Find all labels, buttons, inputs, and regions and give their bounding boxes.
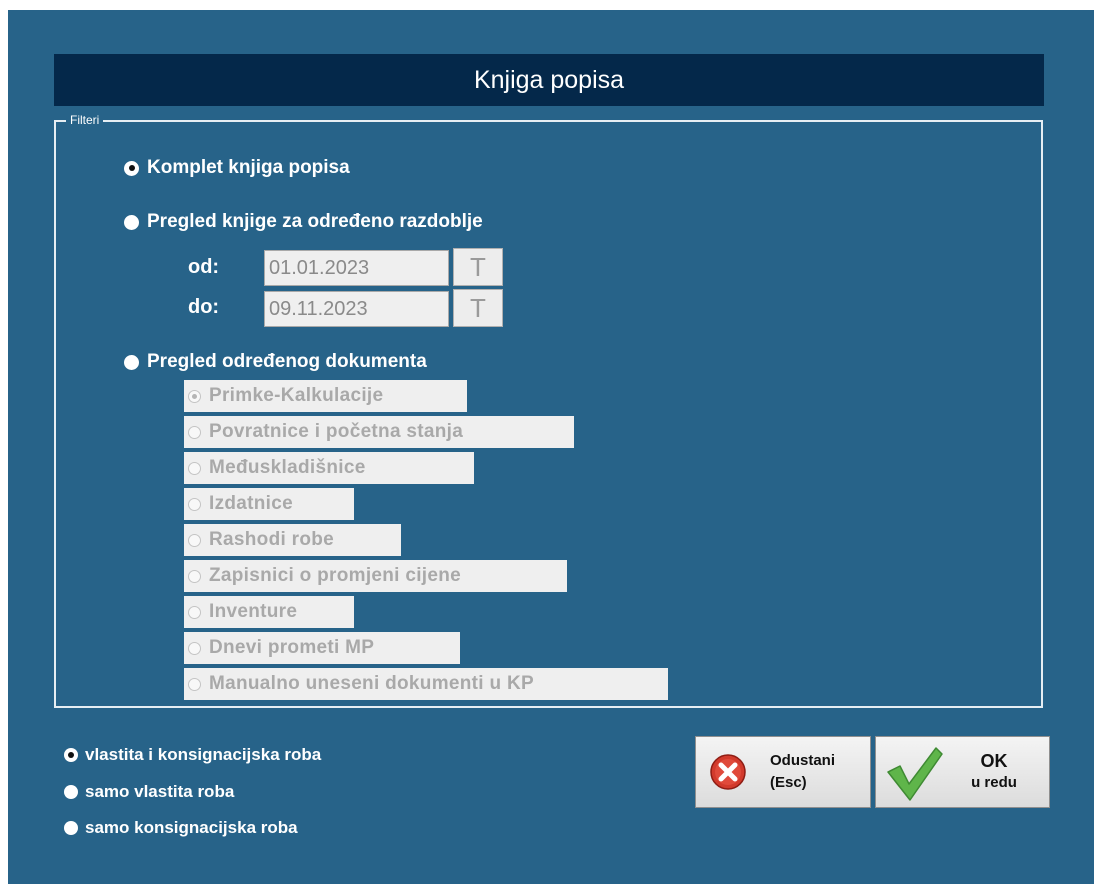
doc-option-izdatnice[interactable]: Izdatnice <box>184 488 354 520</box>
radio-own-only-label: samo vlastita roba <box>85 782 235 801</box>
doc-option-inventure[interactable]: Inventure <box>184 596 354 628</box>
radio-period[interactable]: Pregled knjige za određeno razdoblje <box>124 211 483 233</box>
ok-label: OK <box>980 751 1008 771</box>
radio-period-circle[interactable] <box>124 214 139 230</box>
doc-option-povratnice-label: Povratnice i početna stanja <box>209 421 464 442</box>
radio-period-label: Pregled knjige za određeno razdoblje <box>147 211 483 232</box>
doc-option-primke-radio[interactable] <box>188 389 201 403</box>
doc-option-inventure-radio[interactable] <box>188 605 201 619</box>
doc-option-primke-label: Primke-Kalkulacije <box>209 385 384 406</box>
doc-option-zapisnici[interactable]: Zapisnici o promjeni cijene <box>184 560 567 592</box>
radio-consignment-only[interactable]: samo konsignacijska roba <box>64 818 298 838</box>
doc-option-dnevi-prometi[interactable]: Dnevi prometi MP <box>184 632 460 664</box>
radio-own-only[interactable]: samo vlastita roba <box>64 782 234 802</box>
doc-option-primke[interactable]: Primke-Kalkulacije <box>184 380 467 412</box>
checkmark-icon <box>887 747 943 801</box>
date-to-today-button[interactable]: T <box>453 289 503 327</box>
doc-option-manualno-radio[interactable] <box>188 677 201 691</box>
radio-own-only-circle[interactable] <box>64 785 78 799</box>
cancel-shortcut: (Esc) <box>770 774 807 791</box>
doc-option-dnevi-prometi-label: Dnevi prometi MP <box>209 637 375 658</box>
window-title: Knjiga popisa <box>473 65 625 94</box>
doc-option-rashodi[interactable]: Rashodi robe <box>184 524 401 556</box>
ok-sublabel: u redu <box>971 774 1017 791</box>
date-from-today-label: T <box>470 251 486 282</box>
date-from-input[interactable]: 01.01.2023 <box>264 250 449 286</box>
doc-option-meduskladisnice-radio[interactable] <box>188 461 201 475</box>
radio-document[interactable]: Pregled određenog dokumenta <box>124 351 427 373</box>
cancel-x-icon <box>710 754 746 790</box>
doc-option-povratnice[interactable]: Povratnice i početna stanja <box>184 416 574 448</box>
date-from-today-button[interactable]: T <box>453 248 503 286</box>
doc-option-manualno-label: Manualno uneseni dokumenti u KP <box>209 673 534 694</box>
doc-option-zapisnici-label: Zapisnici o promjeni cijene <box>209 565 461 586</box>
doc-option-rashodi-label: Rashodi robe <box>209 529 335 550</box>
doc-option-izdatnice-radio[interactable] <box>188 497 201 511</box>
radio-own-and-consignment-circle[interactable] <box>64 748 78 762</box>
radio-document-circle[interactable] <box>124 354 139 370</box>
cancel-label: Odustani <box>770 752 836 769</box>
doc-option-meduskladisnice-label: Međuskladišnice <box>209 457 366 478</box>
radio-full-book-label: Komplet knjiga popisa <box>147 157 350 178</box>
radio-own-and-consignment[interactable]: vlastita i konsignacijska roba <box>64 745 321 765</box>
doc-option-meduskladisnice[interactable]: Međuskladišnice <box>184 452 474 484</box>
doc-option-rashodi-radio[interactable] <box>188 533 201 547</box>
radio-consignment-only-circle[interactable] <box>64 821 78 835</box>
ok-button[interactable]: OK u redu <box>875 736 1050 808</box>
radio-full-book-circle[interactable] <box>124 160 139 176</box>
doc-option-dnevi-prometi-radio[interactable] <box>188 641 201 655</box>
window-title-bar: Knjiga popisa <box>54 54 1044 106</box>
radio-consignment-only-label: samo konsignacijska roba <box>85 818 298 837</box>
doc-option-povratnice-radio[interactable] <box>188 425 201 439</box>
cancel-button[interactable]: Odustani (Esc) <box>695 736 871 808</box>
date-to-today-label: T <box>470 292 486 323</box>
radio-document-label: Pregled određenog dokumenta <box>147 351 427 372</box>
date-to-label: do: <box>188 296 220 318</box>
radio-own-and-consignment-label: vlastita i konsignacijska roba <box>85 745 322 764</box>
date-from-label: od: <box>188 256 220 278</box>
radio-full-book[interactable]: Komplet knjiga popisa <box>124 157 350 179</box>
doc-option-zapisnici-radio[interactable] <box>188 569 201 583</box>
filters-legend: Filteri <box>66 113 104 128</box>
doc-option-manualno[interactable]: Manualno uneseni dokumenti u KP <box>184 668 668 700</box>
date-to-input[interactable]: 09.11.2023 <box>264 291 449 327</box>
doc-option-izdatnice-label: Izdatnice <box>209 493 293 514</box>
doc-option-inventure-label: Inventure <box>209 601 298 622</box>
